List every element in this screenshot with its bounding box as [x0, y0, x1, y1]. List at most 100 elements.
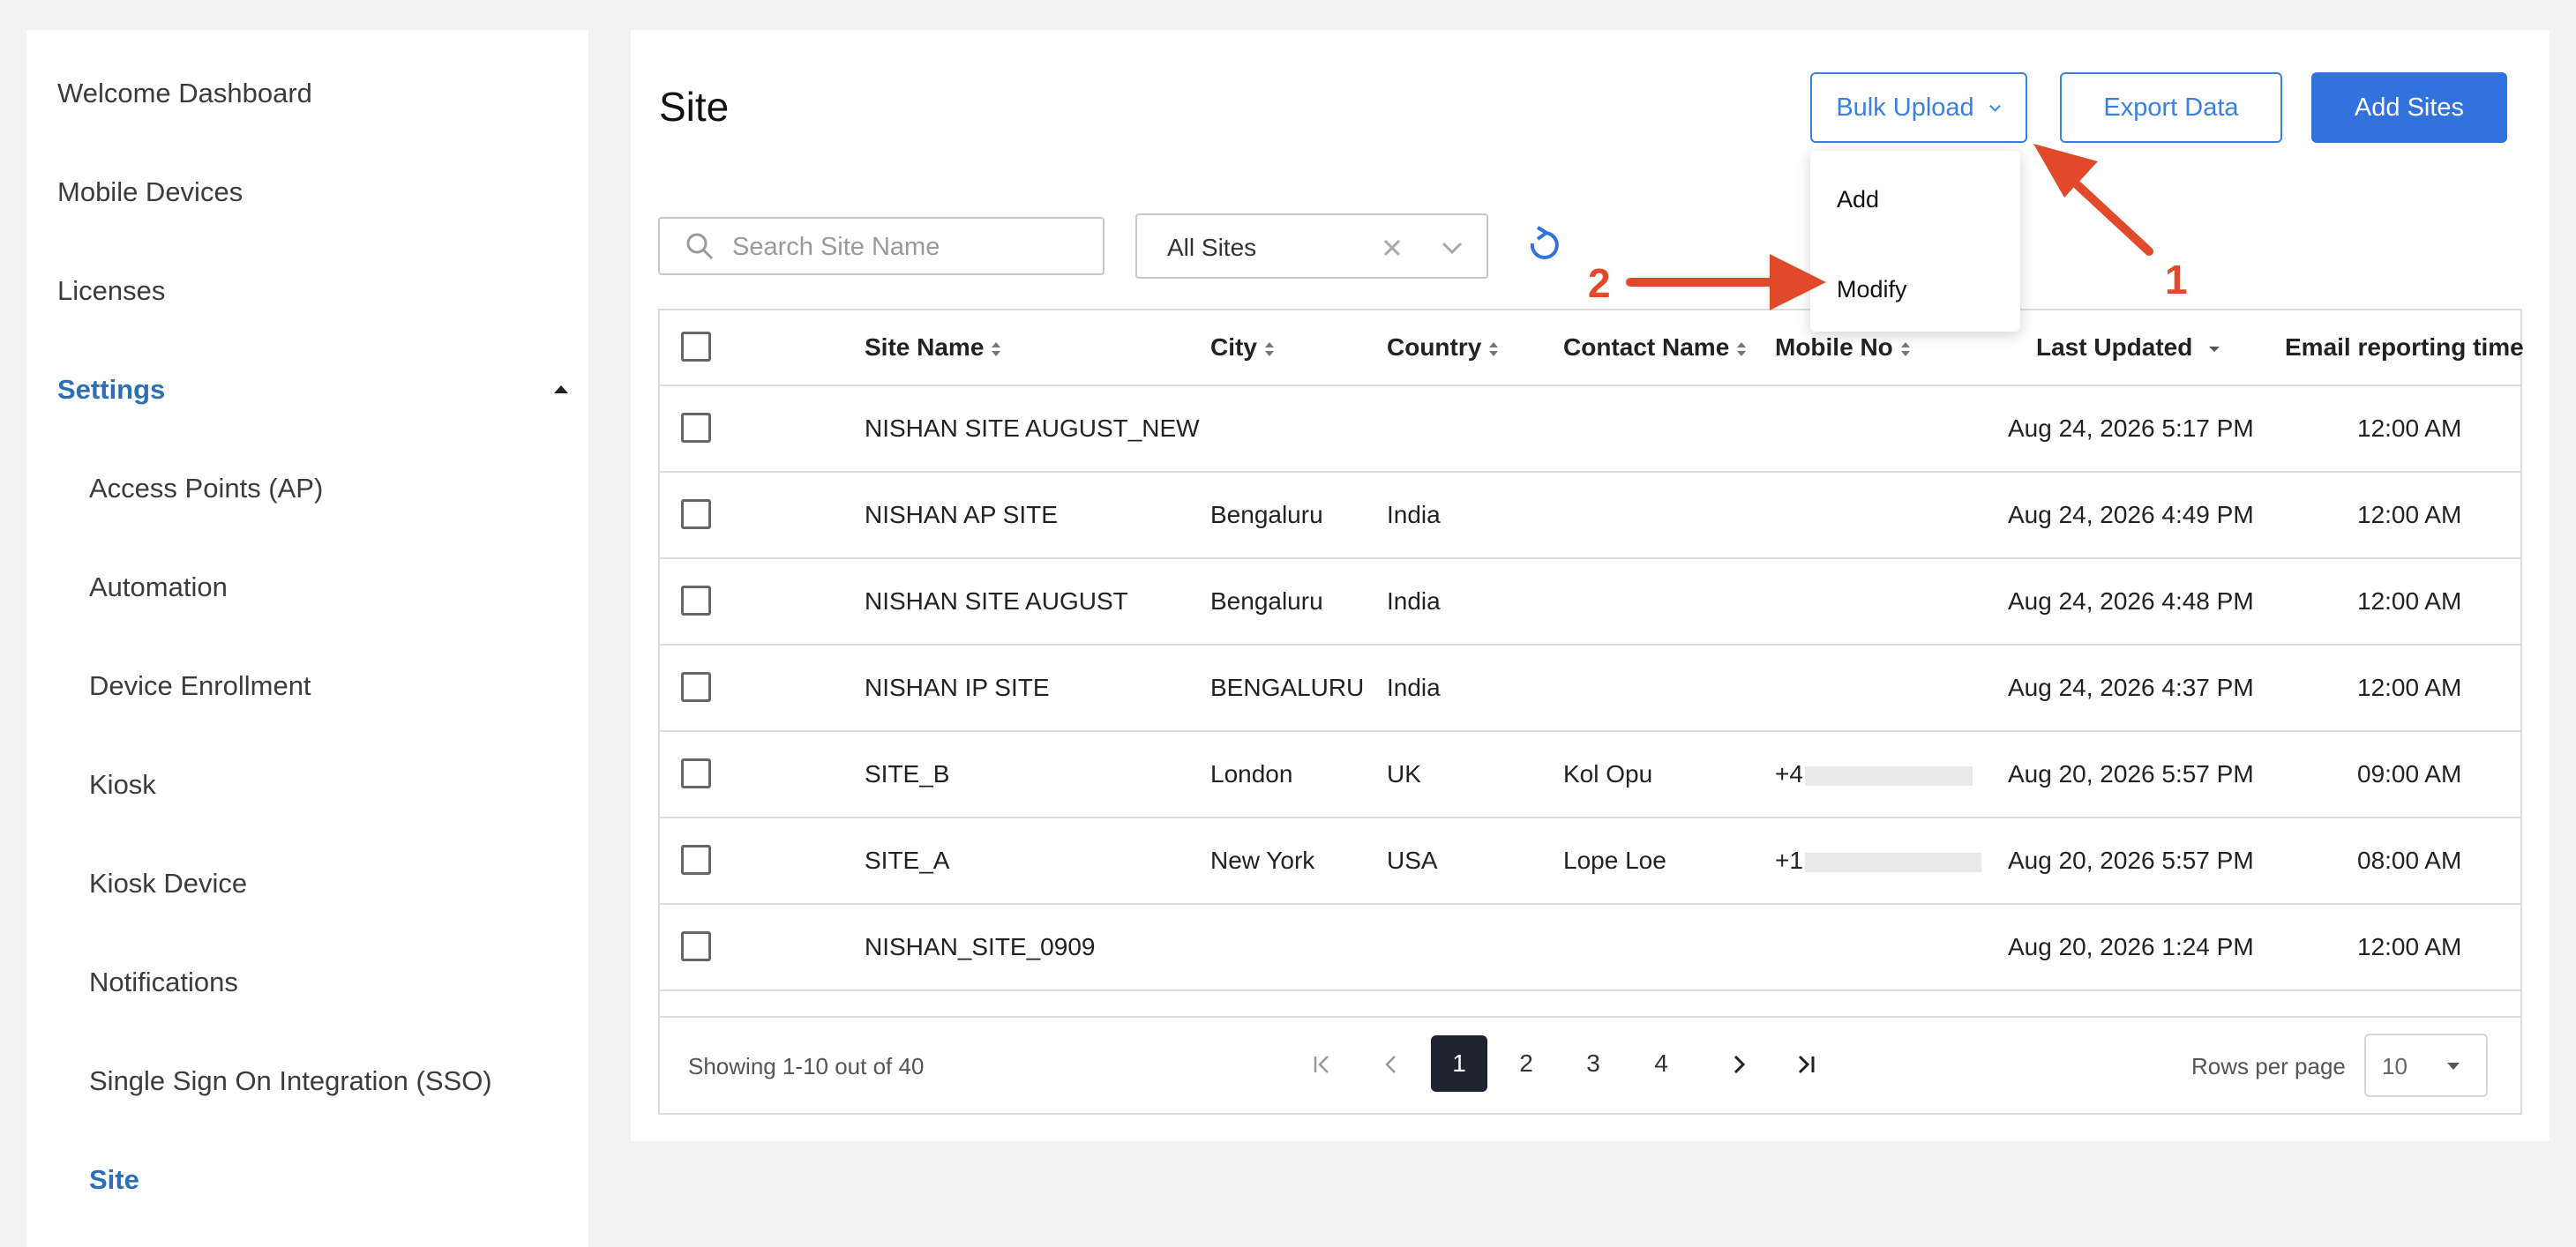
- sidebar-item-access-points[interactable]: Access Points (AP): [89, 473, 323, 504]
- sort-icon: [992, 341, 1001, 356]
- column-header-country-label: Country: [1387, 333, 1482, 361]
- cell-site-name[interactable]: NISHAN IP SITE: [865, 674, 1050, 702]
- table-row[interactable]: SITE_A New York USA Lope Loe +1 Aug 20, …: [660, 818, 2520, 905]
- rows-per-page-select[interactable]: 10: [2364, 1034, 2488, 1097]
- sidebar: Welcome Dashboard Mobile Devices License…: [26, 30, 588, 1247]
- column-header-last-updated[interactable]: Last Updated: [2036, 333, 2220, 362]
- column-header-contact-name[interactable]: Contact Name: [1563, 333, 1747, 362]
- sort-icon: [1737, 341, 1747, 356]
- row-checkbox[interactable]: [681, 672, 711, 702]
- page-title: Site: [659, 84, 730, 130]
- showing-count: Showing 1-10 out of 40: [688, 1053, 925, 1079]
- cell-email-time: 12:00 AM: [2357, 587, 2462, 615]
- row-checkbox[interactable]: [681, 931, 711, 961]
- table-row[interactable]: NISHAN SITE AUGUST_NEW Aug 24, 2026 5:17…: [660, 386, 2520, 473]
- sites-table: Site Name City Country Contact Name Mobi…: [658, 309, 2524, 1115]
- sidebar-item-site[interactable]: Site: [89, 1164, 139, 1196]
- chevron-down-icon[interactable]: [1441, 240, 1464, 256]
- cell-site-name[interactable]: NISHAN_SITE_0909: [865, 933, 1095, 961]
- page-1-button[interactable]: 1: [1431, 1035, 1487, 1092]
- column-header-contact-name-label: Contact Name: [1563, 333, 1730, 361]
- cell-country: USA: [1387, 847, 1438, 874]
- sidebar-item-device-enrollment[interactable]: Device Enrollment: [89, 670, 311, 702]
- table-header: Site Name City Country Contact Name Mobi…: [660, 310, 2524, 386]
- caret-down-icon: [2447, 1063, 2460, 1070]
- first-page-icon[interactable]: [1311, 1053, 1334, 1076]
- page-2-button[interactable]: 2: [1498, 1035, 1554, 1092]
- cell-site-name[interactable]: NISHAN SITE AUGUST: [865, 587, 1128, 616]
- redacted-mobile: [1804, 765, 1973, 786]
- cell-last-updated: Aug 20, 2026 5:57 PM: [2008, 847, 2254, 874]
- cell-site-name[interactable]: SITE_B: [865, 760, 949, 788]
- cell-email-time: 09:00 AM: [2357, 760, 2462, 788]
- sidebar-item-kiosk-device[interactable]: Kiosk Device: [89, 868, 247, 900]
- cell-last-updated: Aug 20, 2026 5:57 PM: [2008, 760, 2254, 788]
- redacted-mobile: [1804, 852, 1981, 872]
- export-data-button[interactable]: Export Data: [2060, 72, 2282, 143]
- column-header-country[interactable]: Country: [1387, 333, 1499, 362]
- table-row[interactable]: NISHAN SITE AUGUST Bengaluru India Aug 2…: [660, 559, 2520, 646]
- cell-site-name[interactable]: SITE_A: [865, 847, 949, 875]
- cell-city: BENGALURU: [1210, 674, 1365, 701]
- last-page-icon[interactable]: [1794, 1053, 1817, 1076]
- page-4-button[interactable]: 4: [1633, 1035, 1689, 1092]
- next-page-icon[interactable]: [1727, 1053, 1750, 1076]
- cell-city: Bengaluru: [1210, 501, 1323, 528]
- table-row[interactable]: NISHAN AP SITE Bengaluru India Aug 24, 2…: [660, 473, 2520, 559]
- annotation-step-2: 2: [1588, 260, 1611, 306]
- collapse-caret-icon[interactable]: [554, 385, 568, 393]
- cell-site-name[interactable]: NISHAN AP SITE: [865, 501, 1058, 529]
- bulk-upload-button[interactable]: Bulk Upload: [1810, 72, 2027, 143]
- column-header-email-reporting-time[interactable]: Email reporting time: [2285, 333, 2524, 362]
- bulk-upload-label: Bulk Upload: [1836, 93, 1974, 122]
- column-header-last-updated-label: Last Updated: [2036, 333, 2193, 361]
- table-footer: Showing 1-10 out of 40 1 2 3 4 Rows per …: [660, 1016, 2520, 1115]
- clear-icon[interactable]: [1382, 238, 1402, 258]
- sidebar-item-welcome-dashboard[interactable]: Welcome Dashboard: [57, 78, 312, 109]
- sidebar-item-kiosk[interactable]: Kiosk: [89, 769, 156, 801]
- column-header-city[interactable]: City: [1210, 333, 1275, 362]
- site-filter-select[interactable]: All Sites: [1135, 213, 1488, 279]
- sidebar-item-sso[interactable]: Single Sign On Integration (SSO): [89, 1065, 492, 1097]
- cell-email-time: 12:00 AM: [2357, 674, 2462, 701]
- cell-country: India: [1387, 674, 1441, 701]
- sort-icon: [1264, 341, 1274, 356]
- cell-last-updated: Aug 24, 2026 4:48 PM: [2008, 587, 2254, 615]
- sidebar-item-notifications[interactable]: Notifications: [89, 967, 238, 998]
- cell-mobile-no-prefix: +4: [1775, 760, 1803, 788]
- cell-city: Bengaluru: [1210, 587, 1323, 615]
- table-row[interactable]: NISHAN IP SITE BENGALURU India Aug 24, 2…: [660, 646, 2520, 732]
- column-header-site-name[interactable]: Site Name: [865, 333, 1001, 362]
- sidebar-item-settings[interactable]: Settings: [57, 374, 165, 406]
- cell-city: New York: [1210, 847, 1315, 874]
- cell-last-updated: Aug 20, 2026 1:24 PM: [2008, 933, 2254, 960]
- row-checkbox[interactable]: [681, 586, 711, 616]
- cell-country: India: [1387, 501, 1441, 528]
- row-checkbox[interactable]: [681, 758, 711, 788]
- previous-page-icon[interactable]: [1380, 1053, 1403, 1076]
- column-header-mobile-no[interactable]: Mobile No: [1775, 333, 1911, 362]
- search-box: [658, 217, 1105, 275]
- cell-mobile-no: +4: [1775, 760, 1973, 788]
- cell-last-updated: Aug 24, 2026 4:37 PM: [2008, 674, 2254, 701]
- table-row[interactable]: NISHAN_SITE_0909 Aug 20, 2026 1:24 PM 12…: [660, 905, 2520, 991]
- select-all-checkbox[interactable]: [681, 332, 711, 362]
- cell-site-name[interactable]: NISHAN SITE AUGUST_NEW: [865, 414, 1200, 443]
- sidebar-item-automation[interactable]: Automation: [89, 571, 228, 603]
- refresh-icon[interactable]: [1525, 226, 1561, 263]
- row-checkbox[interactable]: [681, 413, 711, 443]
- add-sites-button[interactable]: Add Sites: [2311, 72, 2507, 143]
- page-3-button[interactable]: 3: [1565, 1035, 1621, 1092]
- row-checkbox[interactable]: [681, 499, 711, 529]
- sidebar-item-mobile-devices[interactable]: Mobile Devices: [57, 176, 243, 208]
- menu-item-modify[interactable]: Modify: [1837, 276, 1907, 303]
- search-icon: [686, 233, 714, 260]
- cell-email-time: 12:00 AM: [2357, 501, 2462, 528]
- table-row[interactable]: SITE_B London UK Kol Opu +4 Aug 20, 2026…: [660, 732, 2520, 818]
- column-header-city-label: City: [1210, 333, 1257, 361]
- search-input[interactable]: [730, 219, 1087, 275]
- row-checkbox[interactable]: [681, 845, 711, 875]
- cell-last-updated: Aug 24, 2026 4:49 PM: [2008, 501, 2254, 528]
- sidebar-item-licenses[interactable]: Licenses: [57, 275, 165, 307]
- menu-item-add[interactable]: Add: [1837, 186, 1879, 213]
